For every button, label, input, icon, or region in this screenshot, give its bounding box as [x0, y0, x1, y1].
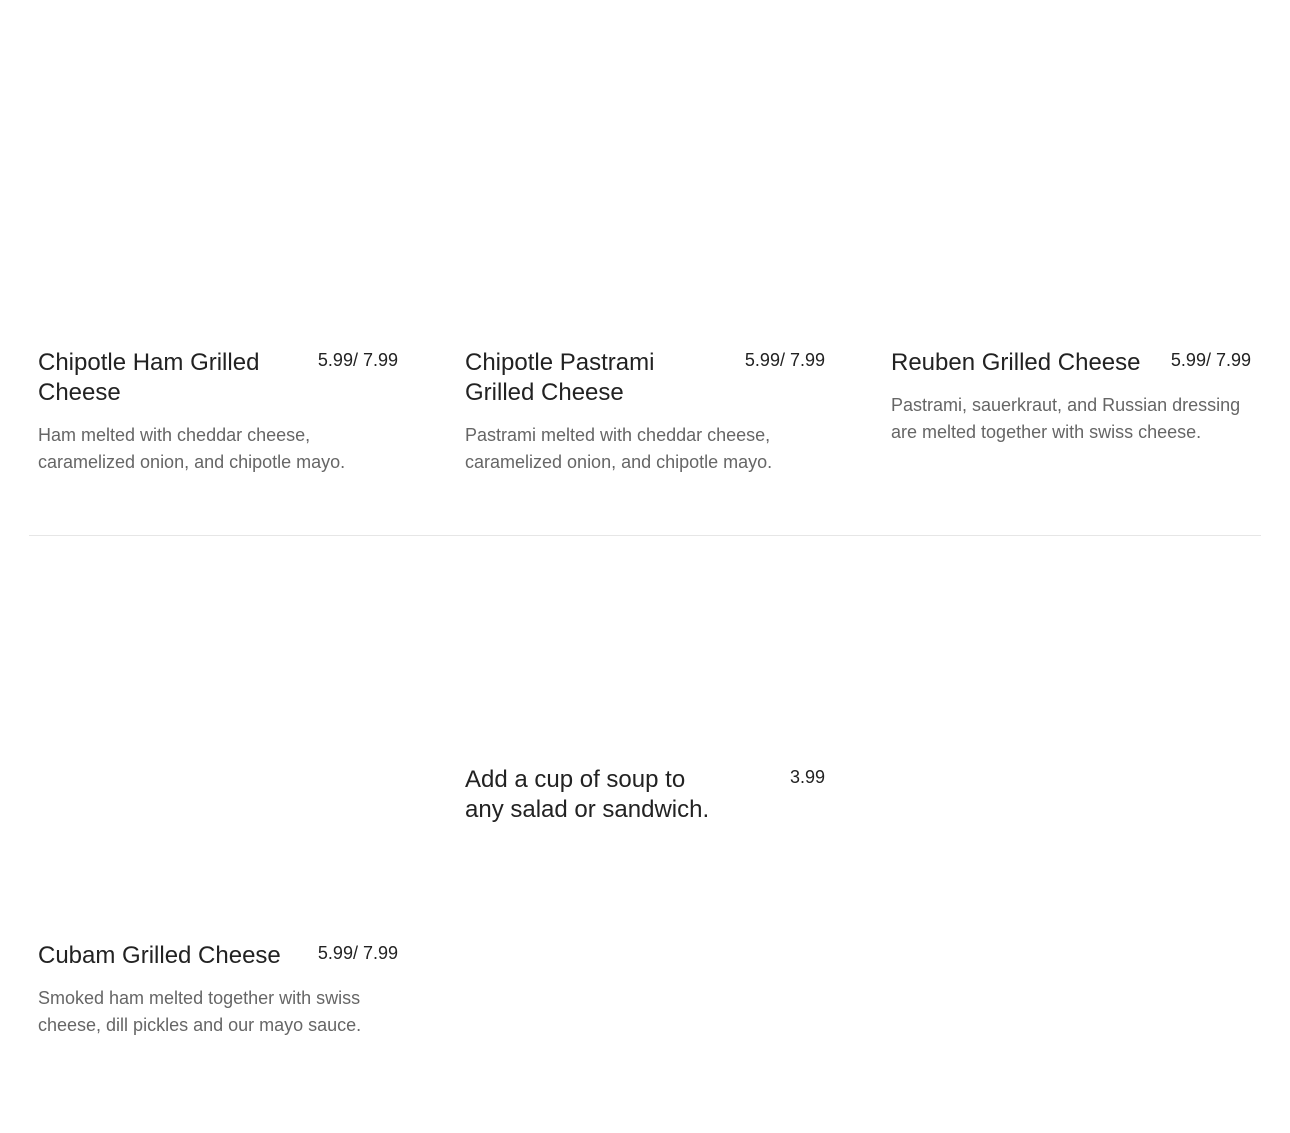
menu-item-description: Ham melted with cheddar cheese, carameli… — [38, 425, 346, 472]
menu-item-name: Reuben Grilled Cheese — [891, 349, 1141, 376]
menu-item-cubam: Cubam Grilled Cheese 5.99/ 7.99 Smoked h… — [38, 941, 398, 1039]
menu-item-price: 3.99 — [789, 767, 825, 787]
menu-item-description: Pastrami melted with cheddar cheese, car… — [465, 425, 773, 472]
menu-item-name: Add a cup of soup to any salad or sandwi… — [465, 766, 710, 823]
menu-item-name: Chipotle Ham Grilled Cheese — [38, 349, 260, 406]
menu-item-header: Add a cup of soup to any salad or sandwi… — [465, 765, 825, 825]
menu-item-header: Chipotle Pastrami Grilled Cheese 5.99/ 7… — [465, 348, 825, 408]
menu-item-header: Cubam Grilled Cheese 5.99/ 7.99 — [38, 941, 398, 971]
menu-item-description: Pastrami, sauerkraut, and Russian dressi… — [891, 395, 1241, 442]
menu-item-description: Smoked ham melted together with swiss ch… — [38, 988, 362, 1035]
menu-item-price: 5.99/ 7.99 — [1170, 350, 1251, 370]
menu-item-soup-addon: Add a cup of soup to any salad or sandwi… — [465, 765, 825, 825]
menu-item-header: Chipotle Ham Grilled Cheese 5.99/ 7.99 — [38, 348, 398, 408]
menu-item-price: 5.99/ 7.99 — [317, 350, 398, 370]
menu-item-name: Chipotle Pastrami Grilled Cheese — [465, 349, 655, 406]
menu-item-chipotle-ham: Chipotle Ham Grilled Cheese 5.99/ 7.99 H… — [38, 348, 398, 476]
menu-item-price: 5.99/ 7.99 — [744, 350, 825, 370]
menu-item-header: Reuben Grilled Cheese 5.99/ 7.99 — [891, 348, 1251, 378]
section-divider — [29, 535, 1261, 536]
menu-item-name: Cubam Grilled Cheese — [38, 942, 281, 969]
menu-item-reuben: Reuben Grilled Cheese 5.99/ 7.99 Pastram… — [891, 348, 1251, 446]
menu-item-price: 5.99/ 7.99 — [317, 943, 398, 963]
menu-item-chipotle-pastrami: Chipotle Pastrami Grilled Cheese 5.99/ 7… — [465, 348, 825, 476]
